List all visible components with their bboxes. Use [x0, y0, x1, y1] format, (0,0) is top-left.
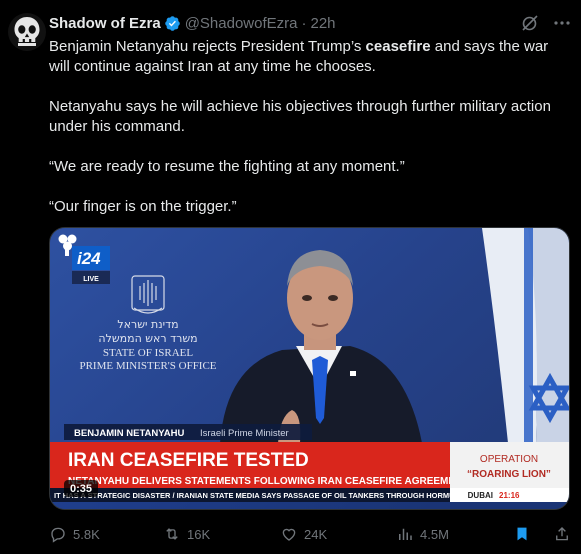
share-icon: [556, 527, 568, 541]
like-button[interactable]: 24K: [280, 525, 396, 543]
bookmark-button[interactable]: [513, 525, 531, 543]
timestamp[interactable]: 22h: [310, 15, 335, 32]
podium-hebrew-line-2: משרד ראש הממשלה: [98, 332, 197, 345]
clock-time: 21:16: [499, 491, 520, 500]
video-duration: 0:35: [70, 483, 92, 495]
video-player[interactable]: i24 LIVE מדינת ישראל משרד ראש הממשלה STA…: [49, 227, 570, 510]
tweet-paragraph: “Our finger is on the trigger.”: [49, 198, 237, 215]
podium-english-line-2: PRIME MINISTER'S OFFICE: [79, 360, 216, 372]
operation-label: OPERATION: [480, 454, 538, 465]
separator-dot: ·: [301, 14, 307, 32]
channel-logo: i24: [77, 249, 101, 268]
view-count: 4.5M: [420, 526, 449, 542]
tweet-text: Benjamin Netanyahu rejects President Tru…: [49, 37, 554, 237]
tweet-header: Shadow of Ezra @ShadowofEzra · 22h: [49, 12, 571, 34]
skull-icon: [14, 17, 40, 46]
operation-name: “ROARING LION”: [467, 469, 551, 480]
video-frame: i24 LIVE מדינת ישראל משרד ראש הממשלה STA…: [50, 228, 569, 509]
grok-icon[interactable]: [521, 14, 539, 32]
podium-hebrew-line-1: מדינת ישראל: [117, 318, 178, 331]
views-chart-icon: [399, 528, 412, 540]
repost-count: 16K: [187, 526, 211, 542]
author-handle[interactable]: @ShadowofEzra: [185, 15, 298, 32]
podium-english-line-1: STATE OF ISRAEL: [103, 347, 193, 359]
repost-icon: [166, 528, 178, 540]
reply-count: 5.8K: [73, 526, 100, 542]
heart-icon: [282, 528, 296, 541]
action-bar: 5.8K 16K 24K 4.5M: [49, 522, 571, 546]
live-label: LIVE: [83, 276, 99, 283]
like-count: 24K: [304, 526, 328, 542]
lower-third-name: BENJAMIN NETANYAHU: [74, 428, 184, 439]
tweet-paragraph: Netanyahu says he will achieve his objec…: [49, 98, 551, 135]
subheadline: NETANYAHU DELIVERS STATEMENTS FOLLOWING …: [68, 476, 468, 487]
share-button[interactable]: [553, 525, 571, 543]
verified-badge-icon: [164, 15, 181, 32]
author-name[interactable]: Shadow of Ezra: [49, 15, 161, 32]
views-button[interactable]: 4.5M: [396, 525, 513, 543]
tweet-paragraph: Benjamin Netanyahu rejects President Tru…: [49, 38, 549, 75]
reply-button[interactable]: 5.8K: [49, 525, 163, 543]
operation-box: [450, 442, 569, 488]
headline: IRAN CEASEFIRE TESTED: [68, 450, 309, 471]
tweet-paragraph: “We are ready to resume the fighting at …: [49, 158, 405, 175]
more-options-icon[interactable]: [553, 14, 571, 32]
repost-button[interactable]: 16K: [163, 525, 280, 543]
lower-third-title: Israeli Prime Minister: [200, 428, 289, 439]
avatar[interactable]: [8, 13, 46, 51]
reply-icon: [51, 527, 65, 543]
news-ticker: IT HAS A STRATEGIC DISASTER / IRANIAN ST…: [54, 491, 460, 500]
bookmark-icon: [517, 527, 527, 541]
clock-city: DUBAI: [468, 491, 493, 500]
highlighted-keyword: ceasefire: [365, 38, 431, 55]
